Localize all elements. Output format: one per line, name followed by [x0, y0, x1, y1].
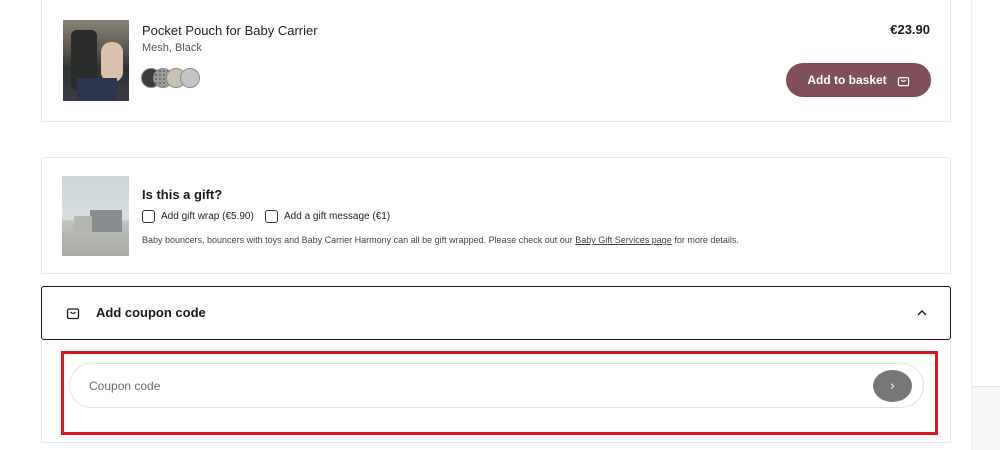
gift-note-suffix: for more details. [674, 235, 739, 245]
gift-message-option[interactable]: Add a gift message (€1) [265, 210, 390, 223]
product-title[interactable]: Pocket Pouch for Baby Carrier [142, 23, 318, 38]
coupon-accordion-header[interactable]: Add coupon code [41, 286, 951, 340]
add-to-basket-button[interactable]: Add to basket [786, 63, 931, 97]
gift-message-checkbox[interactable] [265, 210, 278, 223]
highlight-box [61, 351, 938, 435]
checkout-page: Pocket Pouch for Baby Carrier Mesh, Blac… [0, 0, 1000, 450]
gift-wrap-checkbox[interactable] [142, 210, 155, 223]
product-price: €23.90 [890, 22, 930, 37]
chevron-up-icon[interactable] [916, 307, 928, 319]
coupon-bag-icon [66, 308, 80, 320]
product-image[interactable] [63, 20, 129, 101]
basket-icon [897, 76, 909, 86]
swatch-light-grey[interactable] [180, 68, 200, 88]
product-card: Pocket Pouch for Baby Carrier Mesh, Blac… [41, 0, 951, 122]
gift-note: Baby bouncers, bouncers with toys and Ba… [142, 235, 739, 245]
color-swatches [141, 68, 211, 88]
baby-gift-services-link[interactable]: Baby Gift Services page [575, 235, 672, 245]
gift-message-label: Add a gift message (€1) [284, 211, 391, 222]
gift-image [62, 176, 129, 256]
scrollbar[interactable] [971, 0, 1000, 450]
gift-wrap-option[interactable]: Add gift wrap (€5.90) [142, 210, 254, 223]
product-variant: Mesh, Black [142, 42, 202, 54]
gift-options-card: Is this a gift? Add gift wrap (€5.90) Ad… [41, 157, 951, 274]
gift-wrap-label: Add gift wrap (€5.90) [161, 211, 254, 222]
gift-title: Is this a gift? [142, 187, 223, 202]
add-to-basket-label: Add to basket [807, 73, 887, 87]
coupon-header-label: Add coupon code [96, 305, 206, 320]
gift-note-text: Baby bouncers, bouncers with toys and Ba… [142, 235, 573, 245]
